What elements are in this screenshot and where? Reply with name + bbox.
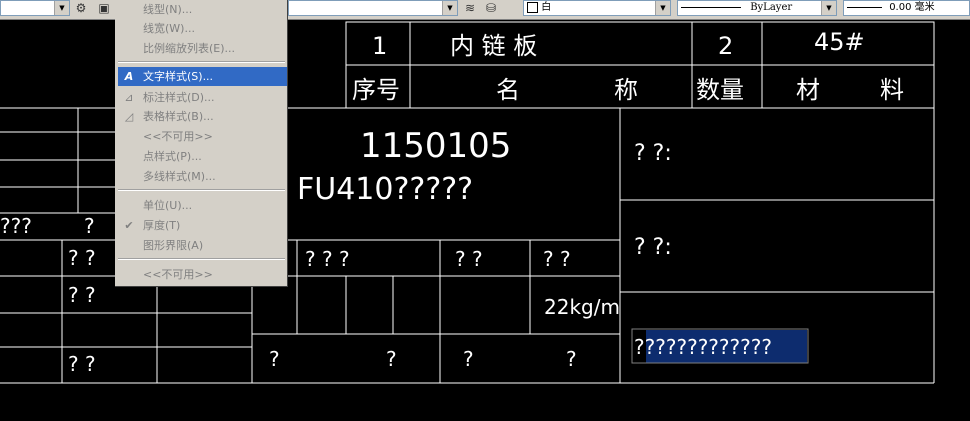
menu-item-thickness[interactable]: ✔ 厚度(T)	[115, 216, 287, 235]
q-left: ???	[0, 214, 32, 238]
linetype-value: ByLayer	[750, 2, 793, 13]
q-mark-d: ?	[463, 347, 474, 371]
drawing-code: FU410?????	[297, 172, 473, 207]
q-pair-c: ? ?	[68, 352, 96, 376]
color-swatch-icon	[527, 1, 538, 13]
menu-separator	[118, 258, 285, 260]
menu-item-multiline-style[interactable]: 多线样式(M)...	[115, 167, 287, 186]
chevron-down-icon: ▼	[54, 1, 69, 15]
col-name-2: 称	[614, 76, 638, 104]
menu-item-dimension-style[interactable]: ⊿ 标注样式(D)...	[115, 88, 287, 107]
color-dropdown[interactable]: 白 ▼	[523, 0, 671, 16]
menu-separator	[118, 189, 285, 191]
q-pair-e: ? ?	[543, 247, 571, 271]
col-name-1: 名	[496, 76, 520, 104]
col-seq: 序号	[352, 76, 400, 104]
toolbar-separator	[506, 0, 516, 16]
menu-item-text-style[interactable]: A 文字样式(S)...	[118, 67, 287, 86]
menu-item-units[interactable]: 单位(U)...	[115, 196, 287, 215]
drawing-number: 1150105	[360, 126, 511, 166]
text-style-icon: A	[124, 70, 134, 83]
menu-item-point-style[interactable]: 点样式(P)...	[115, 147, 287, 166]
table-style-icon: ◿	[124, 110, 134, 123]
col-qty: 数量	[696, 76, 744, 104]
seq-value: 1	[372, 32, 387, 60]
dimension-style-icon: ⊿	[124, 91, 134, 104]
q-mark-a: ?	[84, 214, 95, 238]
layer-previous-icon[interactable]: ▣	[96, 0, 112, 16]
linetype-dropdown[interactable]: ByLayer ▼	[677, 0, 837, 16]
check-icon: ✔	[124, 219, 134, 232]
material-value: 45#	[814, 28, 865, 56]
layer-dropdown[interactable]: ▼	[0, 0, 70, 16]
chevron-down-icon: ▼	[821, 1, 836, 15]
q-pair-a: ? ?	[68, 246, 96, 270]
menu-item-scale-list[interactable]: 比例缩放列表(E)...	[115, 39, 287, 58]
linetype-line-icon	[681, 6, 741, 8]
weight-text: 22kg/m	[544, 295, 620, 319]
lineweight-line-icon	[847, 6, 882, 8]
col-mat-2: 料	[880, 76, 904, 104]
format-menu: 线型(N)... 线宽(W)... 比例缩放列表(E)... A 文字样式(S)…	[115, 0, 288, 287]
label-q2: ? ?:	[634, 235, 672, 260]
menu-item-lineweight[interactable]: 线宽(W)...	[115, 19, 287, 38]
q-mark-c: ?	[386, 347, 397, 371]
q-pair-b: ? ?	[68, 283, 96, 307]
match-layer-icon[interactable]: ≋	[462, 0, 478, 16]
layer-stack-icon[interactable]: ⛁	[483, 0, 499, 16]
quantity-value: 2	[718, 32, 733, 60]
q-triple-a: ? ? ?	[305, 247, 350, 271]
label-q1: ? ?:	[634, 141, 672, 166]
selected-text[interactable]: ?????????????	[634, 335, 772, 359]
chevron-down-icon: ▼	[442, 1, 457, 15]
layer-states-icon[interactable]: ⚙	[73, 0, 89, 16]
menu-item-unavailable-2: <<不可用>>	[143, 268, 213, 281]
menu-separator	[118, 61, 285, 63]
q-mark-b: ?	[269, 347, 280, 371]
color-value: 白	[541, 2, 552, 13]
col-mat-1: 材	[796, 76, 820, 104]
menu-item-drawing-limits[interactable]: 图形界限(A)	[115, 236, 287, 255]
lineweight-dropdown[interactable]: 0.00 毫米	[843, 0, 970, 16]
menu-item-table-style[interactable]: ◿ 表格样式(B)...	[115, 107, 287, 126]
q-pair-d: ? ?	[455, 247, 483, 271]
layer-name-dropdown[interactable]: ▼	[288, 0, 458, 16]
menu-item-linetype[interactable]: 线型(N)...	[115, 0, 287, 19]
chevron-down-icon: ▼	[655, 1, 670, 15]
part-name: 内 链 板	[450, 32, 537, 60]
q-mark-e: ?	[566, 347, 577, 371]
lineweight-value: 0.00 毫米	[889, 2, 935, 13]
menu-item-unavailable-1: <<不可用>>	[143, 130, 213, 143]
